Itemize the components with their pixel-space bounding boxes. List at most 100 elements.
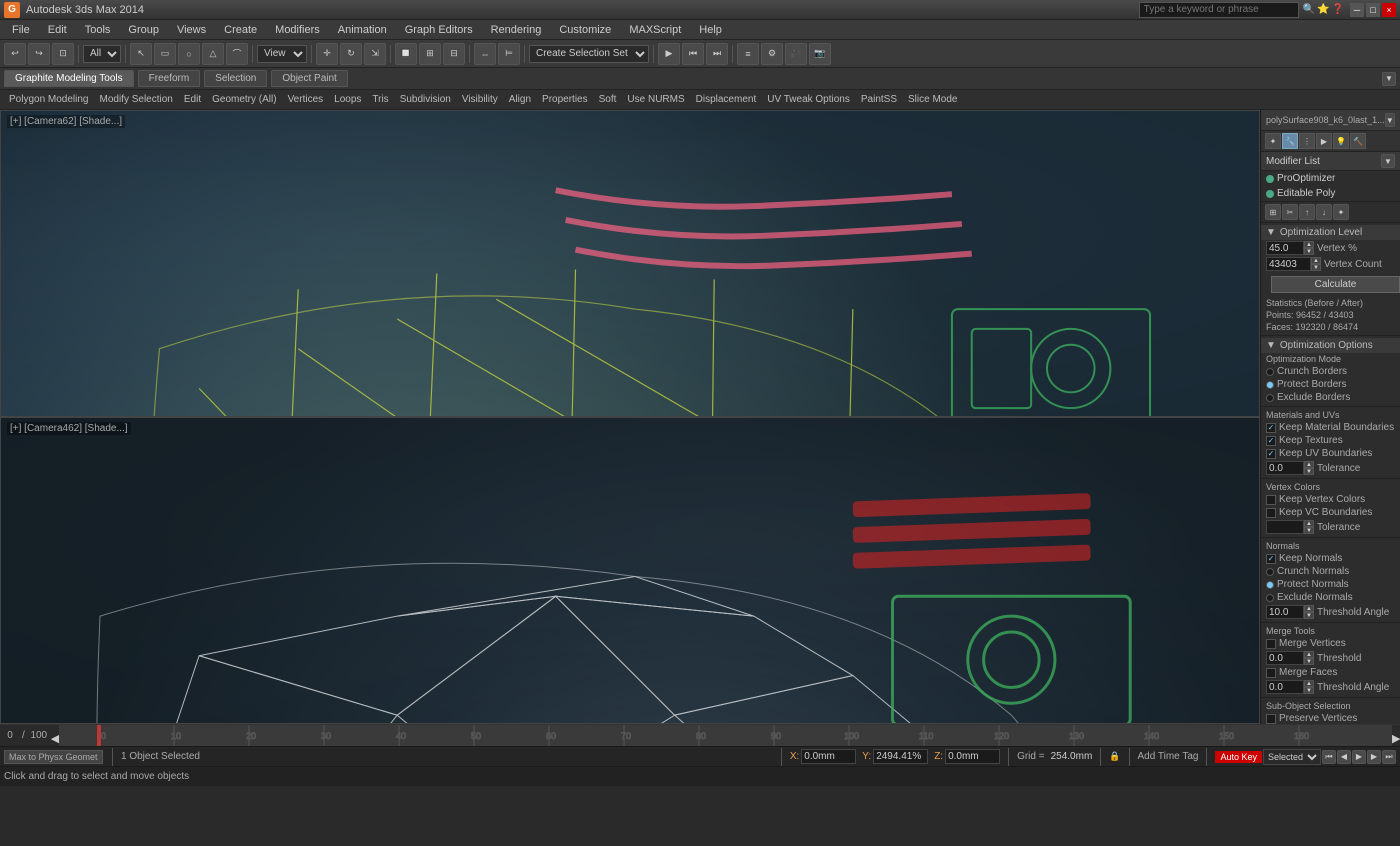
maximize-button[interactable]: □ (1366, 3, 1380, 17)
menu-customize[interactable]: Customize (551, 22, 619, 38)
panel-options-btn[interactable]: ▼ (1385, 113, 1395, 127)
menu-maxscript[interactable]: MAXScript (621, 22, 689, 38)
poly-displacement[interactable]: Displacement (691, 93, 762, 106)
tb-render2[interactable]: 📷 (809, 43, 831, 65)
threshold-angle-input[interactable] (1266, 605, 1304, 619)
modifier-prooptimizer[interactable]: ProOptimizer (1261, 171, 1400, 186)
menu-views[interactable]: Views (169, 22, 214, 38)
tb-next[interactable]: ⏭ (706, 43, 728, 65)
selection-filter[interactable]: All (83, 45, 121, 63)
vertex-count-up[interactable]: ▲ (1311, 257, 1321, 264)
vertex-pct-up[interactable]: ▲ (1304, 241, 1314, 248)
crunch-normals-radio[interactable] (1266, 568, 1274, 576)
close-button[interactable]: × (1382, 3, 1396, 17)
panel-icon-hierarchy[interactable]: ⋮ (1299, 133, 1315, 149)
menu-tools[interactable]: Tools (77, 22, 119, 38)
menu-group[interactable]: Group (120, 22, 167, 38)
tb-lasso-select[interactable]: ⌒ (226, 43, 248, 65)
panel-icon-motion[interactable]: ▶ (1316, 133, 1332, 149)
protect-normals-radio[interactable] (1266, 581, 1274, 589)
timeline-track[interactable]: 0 10 20 30 40 50 60 70 80 90 1 (59, 725, 1392, 746)
sub-icon-5[interactable]: ✦ (1333, 204, 1349, 220)
keep-textures-checkbox[interactable] (1266, 436, 1276, 446)
menu-create[interactable]: Create (216, 22, 265, 38)
tb-snap[interactable]: 🔲 (395, 43, 417, 65)
poly-geometry[interactable]: Geometry (All) (207, 93, 281, 106)
menu-modifiers[interactable]: Modifiers (267, 22, 328, 38)
keep-vc-checkbox[interactable] (1266, 495, 1276, 505)
menu-rendering[interactable]: Rendering (483, 22, 550, 38)
tb-fence-select[interactable]: △ (202, 43, 224, 65)
physics-button[interactable]: Max to Physx Geomet (4, 750, 104, 764)
next-key-btn[interactable]: ▶ (1367, 750, 1381, 764)
sub-icon-3[interactable]: ↑ (1299, 204, 1315, 220)
time-tag[interactable]: Add Time Tag (1138, 751, 1199, 762)
vertex-count-spinner[interactable]: ▲ ▼ (1266, 257, 1321, 271)
merge-faces-threshold-input[interactable] (1266, 680, 1304, 694)
vertex-pct-spinner[interactable]: ▲ ▼ (1266, 241, 1314, 255)
merge-faces-checkbox[interactable] (1266, 668, 1276, 678)
poly-soft[interactable]: Soft (594, 93, 622, 106)
keep-uv-checkbox[interactable] (1266, 449, 1276, 459)
tb-layers[interactable]: ≡ (737, 43, 759, 65)
keep-vc-boundaries-checkbox[interactable] (1266, 508, 1276, 518)
tb-render[interactable]: 🎥 (785, 43, 807, 65)
graphite-tab-paint[interactable]: Object Paint (271, 70, 347, 87)
protect-borders-radio[interactable] (1266, 381, 1274, 389)
selection-set[interactable]: Create Selection Set (529, 45, 649, 63)
modifier-list-dropdown[interactable]: ▼ (1381, 154, 1395, 168)
poly-edit[interactable]: Edit (179, 93, 206, 106)
menu-graph-editors[interactable]: Graph Editors (397, 22, 481, 38)
graphite-tab-modeling[interactable]: Graphite Modeling Tools (4, 70, 134, 87)
menu-edit[interactable]: Edit (40, 22, 75, 38)
poly-loops[interactable]: Loops (329, 93, 366, 106)
search-input[interactable] (1139, 2, 1299, 18)
menu-animation[interactable]: Animation (330, 22, 395, 38)
vc-tolerance-input[interactable] (1266, 520, 1304, 534)
autokey-btn[interactable]: Auto Key (1215, 751, 1262, 763)
graphite-expand[interactable]: ▼ (1382, 72, 1396, 86)
tb-align[interactable]: ⊨ (498, 43, 520, 65)
sub-icon-1[interactable]: ⊞ (1265, 204, 1281, 220)
graphite-tab-freeform[interactable]: Freeform (138, 70, 201, 87)
timeline-fwd-btn[interactable]: ▶ (1392, 732, 1400, 740)
vertex-count-down[interactable]: ▼ (1311, 264, 1321, 271)
tb-rotate[interactable]: ↻ (340, 43, 362, 65)
poly-align[interactable]: Align (504, 93, 536, 106)
tb-prev[interactable]: ⏮ (682, 43, 704, 65)
sub-icon-2[interactable]: ✂ (1282, 204, 1298, 220)
prev-key-btn[interactable]: ◀ (1337, 750, 1351, 764)
tb-snap3[interactable]: ⊟ (443, 43, 465, 65)
exclude-borders-radio[interactable] (1266, 394, 1274, 402)
tb-select-move[interactable]: ✛ (316, 43, 338, 65)
tb-redo[interactable]: ↪ (28, 43, 50, 65)
sub-icon-4[interactable]: ↓ (1316, 204, 1332, 220)
preserve-vertices-checkbox[interactable] (1266, 714, 1276, 724)
x-input[interactable] (801, 749, 856, 764)
tb-settings[interactable]: ⚙ (761, 43, 783, 65)
play-btn[interactable]: ▶ (1352, 750, 1366, 764)
merge-threshold-input[interactable] (1266, 651, 1304, 665)
viewport-left[interactable]: [+] [Camera62] [Shade...] (0, 110, 1260, 417)
viewport-right[interactable]: [+] [Camera462] [Shade...] (0, 417, 1260, 724)
vertex-count-input[interactable] (1266, 257, 1311, 271)
next-frame-btn[interactable]: ⏭ (1382, 750, 1396, 764)
tolerance-down[interactable]: ▼ (1304, 468, 1314, 475)
vertex-pct-input[interactable] (1266, 241, 1304, 255)
tb-scale[interactable]: ⇲ (364, 43, 386, 65)
tb-snap2[interactable]: ⊞ (419, 43, 441, 65)
tolerance-up[interactable]: ▲ (1304, 461, 1314, 468)
calculate-button[interactable]: Calculate (1271, 276, 1400, 293)
tb-playback[interactable]: ▶ (658, 43, 680, 65)
poly-subdivision[interactable]: Subdivision (395, 93, 456, 106)
keep-material-checkbox[interactable] (1266, 423, 1276, 433)
poly-properties[interactable]: Properties (537, 93, 593, 106)
physx-btn[interactable]: Max to Physx Geomet (4, 750, 103, 764)
keep-normals-checkbox[interactable] (1266, 554, 1276, 564)
poly-vertices[interactable]: Vertices (283, 93, 329, 106)
tb-select-obj[interactable]: ⊡ (52, 43, 74, 65)
crunch-borders-radio[interactable] (1266, 368, 1274, 376)
minimize-button[interactable]: ─ (1350, 3, 1364, 17)
tb-circle-select[interactable]: ○ (178, 43, 200, 65)
poly-modify-selection[interactable]: Modify Selection (95, 93, 178, 106)
